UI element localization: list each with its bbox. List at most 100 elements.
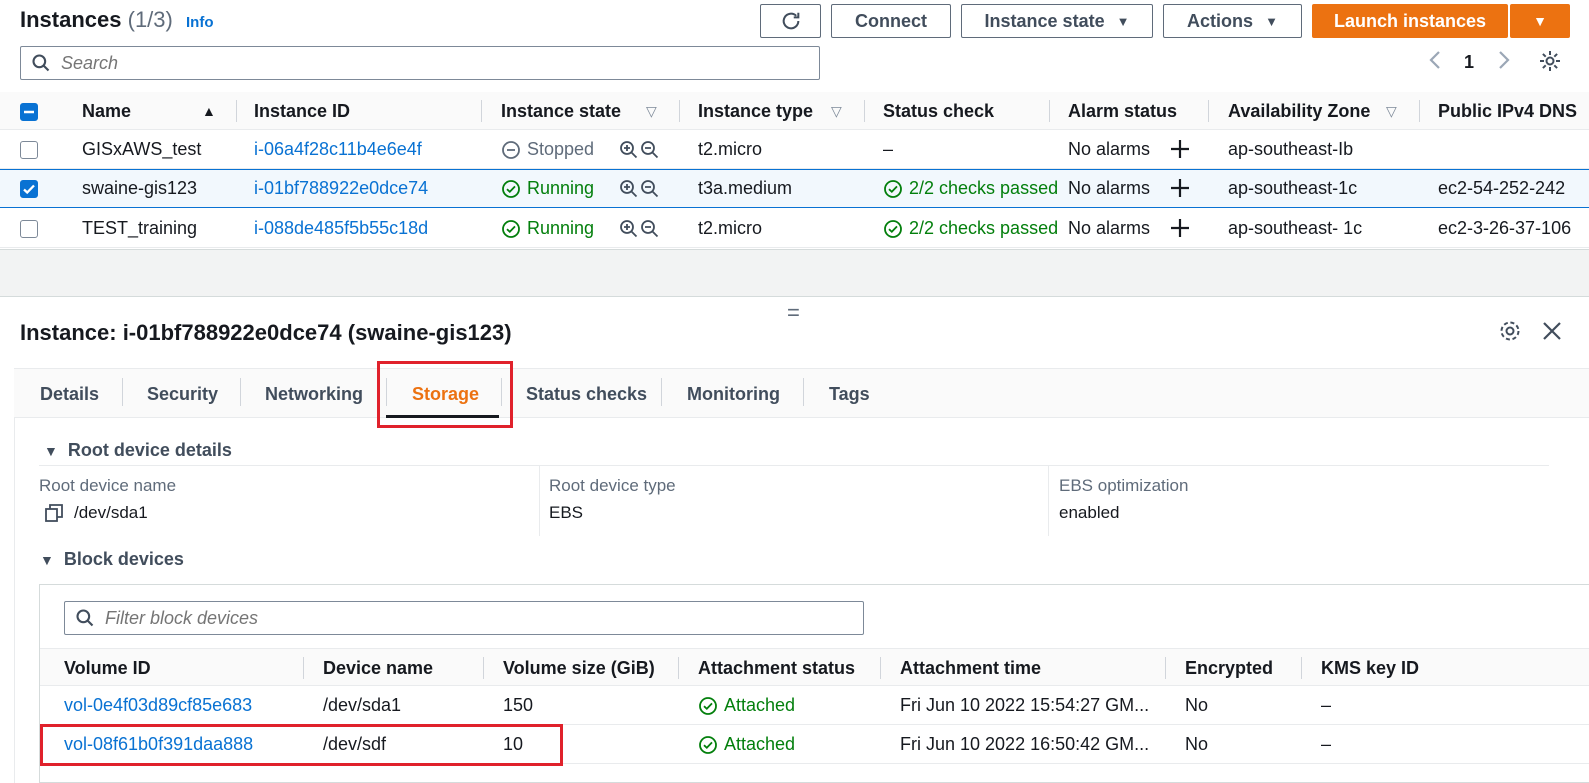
copy-icon[interactable] bbox=[44, 503, 64, 523]
column-attachment-status[interactable]: Attachment status bbox=[698, 658, 855, 679]
alarm-status: No alarms bbox=[1068, 178, 1151, 198]
column-kms-key-id[interactable]: KMS key ID bbox=[1321, 658, 1419, 679]
info-link[interactable]: Info bbox=[186, 14, 214, 31]
table-header: Name ▲ Instance ID Instance state ▽ Inst… bbox=[0, 92, 1589, 130]
table-settings-icon[interactable] bbox=[1538, 49, 1562, 73]
attachment-status: Attached bbox=[698, 695, 795, 716]
instance-id-link[interactable]: i-088de485f5b55c18d bbox=[254, 218, 428, 239]
running-icon bbox=[502, 219, 520, 238]
table-row[interactable]: TEST_training i-088de485f5b55c18d Runnin… bbox=[0, 209, 1589, 248]
column-name[interactable]: Name bbox=[82, 101, 131, 122]
ebs-optimization: enabled bbox=[1059, 503, 1120, 522]
add-alarm-icon[interactable] bbox=[1169, 138, 1191, 160]
column-public-dns[interactable]: Public IPv4 DNS bbox=[1438, 101, 1577, 122]
instance-type: t2.micro bbox=[698, 218, 763, 238]
sort-icon[interactable]: ▽ bbox=[831, 103, 842, 120]
column-status-check[interactable]: Status check bbox=[883, 101, 994, 122]
zoom-icons[interactable] bbox=[619, 219, 659, 239]
attachment-status: Attached bbox=[698, 734, 795, 755]
kms-key-id: – bbox=[1321, 734, 1332, 754]
next-page-icon[interactable] bbox=[1497, 50, 1511, 70]
sort-icon[interactable]: ▽ bbox=[646, 103, 657, 120]
instance-type: t2.micro bbox=[698, 139, 763, 159]
instance-name: TEST_training bbox=[82, 218, 198, 238]
instances-header: Instances (1/3) Info Connect Instance st… bbox=[0, 0, 1589, 92]
launch-dropdown-button[interactable]: ▼ bbox=[1510, 4, 1570, 38]
sort-ascending-icon[interactable]: ▲ bbox=[202, 103, 216, 119]
block-devices-section-toggle[interactable]: ▼ Block devices bbox=[40, 549, 184, 570]
instance-state-button[interactable]: Instance state ▼ bbox=[961, 4, 1153, 38]
select-all-checkbox[interactable] bbox=[20, 103, 38, 121]
close-icon[interactable] bbox=[1540, 319, 1564, 343]
instance-id-link[interactable]: i-01bf788922e0dce74 bbox=[254, 178, 428, 199]
tab-monitoring[interactable]: Monitoring bbox=[687, 384, 780, 405]
status-check: 2/2 checks passed bbox=[883, 218, 1058, 239]
add-alarm-icon[interactable] bbox=[1169, 217, 1191, 239]
connect-button[interactable]: Connect bbox=[831, 4, 951, 38]
search-input[interactable] bbox=[61, 52, 761, 74]
root-device-name: /dev/sda1 bbox=[44, 503, 148, 523]
previous-page-icon[interactable] bbox=[1428, 50, 1442, 70]
instance-state: Stopped bbox=[501, 139, 594, 160]
volume-id-link[interactable]: vol-0e4f03d89cf85e683 bbox=[64, 695, 252, 716]
availability-zone: ap-southeast-Ib bbox=[1228, 139, 1354, 159]
caret-down-icon: ▼ bbox=[1265, 13, 1278, 29]
column-availability-zone[interactable]: Availability Zone bbox=[1228, 101, 1370, 122]
refresh-icon bbox=[782, 12, 799, 30]
launch-instances-button[interactable]: Launch instances bbox=[1312, 4, 1508, 38]
root-device-type-label: Root device type bbox=[549, 476, 676, 495]
page-title: Instances (1/3) bbox=[20, 7, 173, 32]
settings-icon[interactable] bbox=[1498, 319, 1522, 343]
tab-status-checks[interactable]: Status checks bbox=[526, 384, 647, 405]
table-row-selected[interactable]: swaine-gis123 i-01bf788922e0dce74 Runnin… bbox=[0, 169, 1589, 208]
table-row[interactable]: vol-0e4f03d89cf85e683 /dev/sda1 150 Atta… bbox=[40, 686, 1589, 725]
zoom-icons[interactable] bbox=[619, 179, 659, 199]
column-device-name[interactable]: Device name bbox=[323, 658, 433, 679]
zoom-in-zoom-out-icon[interactable] bbox=[619, 219, 659, 239]
root-device-name-label: Root device name bbox=[39, 476, 177, 495]
alarm-status: No alarms bbox=[1068, 218, 1151, 238]
tab-details[interactable]: Details bbox=[40, 384, 99, 405]
tab-tags[interactable]: Tags bbox=[829, 384, 870, 405]
column-volume-size[interactable]: Volume size (GiB) bbox=[503, 658, 655, 679]
filter-block-devices[interactable] bbox=[64, 601, 864, 635]
status-check: – bbox=[883, 139, 894, 159]
column-instance-id[interactable]: Instance ID bbox=[254, 101, 350, 122]
zoom-in-zoom-out-icon[interactable] bbox=[619, 179, 659, 199]
column-attachment-time[interactable]: Attachment time bbox=[900, 658, 1041, 679]
table-row[interactable]: GISxAWS_test i-06a4f28c11b4e6e4f Stopped… bbox=[0, 130, 1589, 169]
kms-key-id: – bbox=[1321, 695, 1332, 715]
resize-handle-icon[interactable]: = bbox=[787, 300, 800, 326]
encrypted: No bbox=[1185, 734, 1209, 754]
column-volume-id[interactable]: Volume ID bbox=[64, 658, 151, 679]
sort-icon[interactable]: ▽ bbox=[1386, 103, 1397, 120]
tab-security[interactable]: Security bbox=[147, 384, 218, 405]
public-dns: ec2-3-26-37-106 bbox=[1438, 218, 1572, 238]
zoom-in-zoom-out-icon[interactable] bbox=[619, 140, 659, 160]
actions-button[interactable]: Actions ▼ bbox=[1163, 4, 1302, 38]
column-alarm-status[interactable]: Alarm status bbox=[1068, 101, 1177, 122]
status-check: 2/2 checks passed bbox=[883, 178, 1058, 199]
column-instance-type[interactable]: Instance type bbox=[698, 101, 813, 122]
row-checkbox[interactable] bbox=[20, 220, 38, 238]
tab-networking[interactable]: Networking bbox=[265, 384, 363, 405]
check-circle-icon bbox=[884, 219, 902, 238]
ebs-optimization-label: EBS optimization bbox=[1059, 476, 1189, 495]
split-panel-gap bbox=[0, 249, 1589, 297]
refresh-button[interactable] bbox=[760, 4, 821, 38]
row-checkbox[interactable] bbox=[20, 180, 38, 198]
filter-input[interactable] bbox=[105, 607, 805, 629]
instance-state: Running bbox=[501, 218, 594, 239]
page-number[interactable]: 1 bbox=[1464, 52, 1474, 73]
zoom-icons[interactable] bbox=[619, 140, 659, 160]
instance-id-link[interactable]: i-06a4f28c11b4e6e4f bbox=[254, 139, 422, 160]
availability-zone: ap-southeast-1c bbox=[1228, 178, 1358, 198]
highlight-volume-row bbox=[40, 724, 563, 766]
detail-tabs: Details Security Networking Storage Stat… bbox=[14, 368, 1589, 418]
row-checkbox[interactable] bbox=[20, 141, 38, 159]
instances-search[interactable] bbox=[20, 46, 820, 80]
root-device-section-toggle[interactable]: ▼ Root device details bbox=[44, 440, 232, 461]
column-instance-state[interactable]: Instance state bbox=[501, 101, 621, 122]
add-alarm-icon[interactable] bbox=[1169, 177, 1191, 199]
column-encrypted[interactable]: Encrypted bbox=[1185, 658, 1273, 679]
